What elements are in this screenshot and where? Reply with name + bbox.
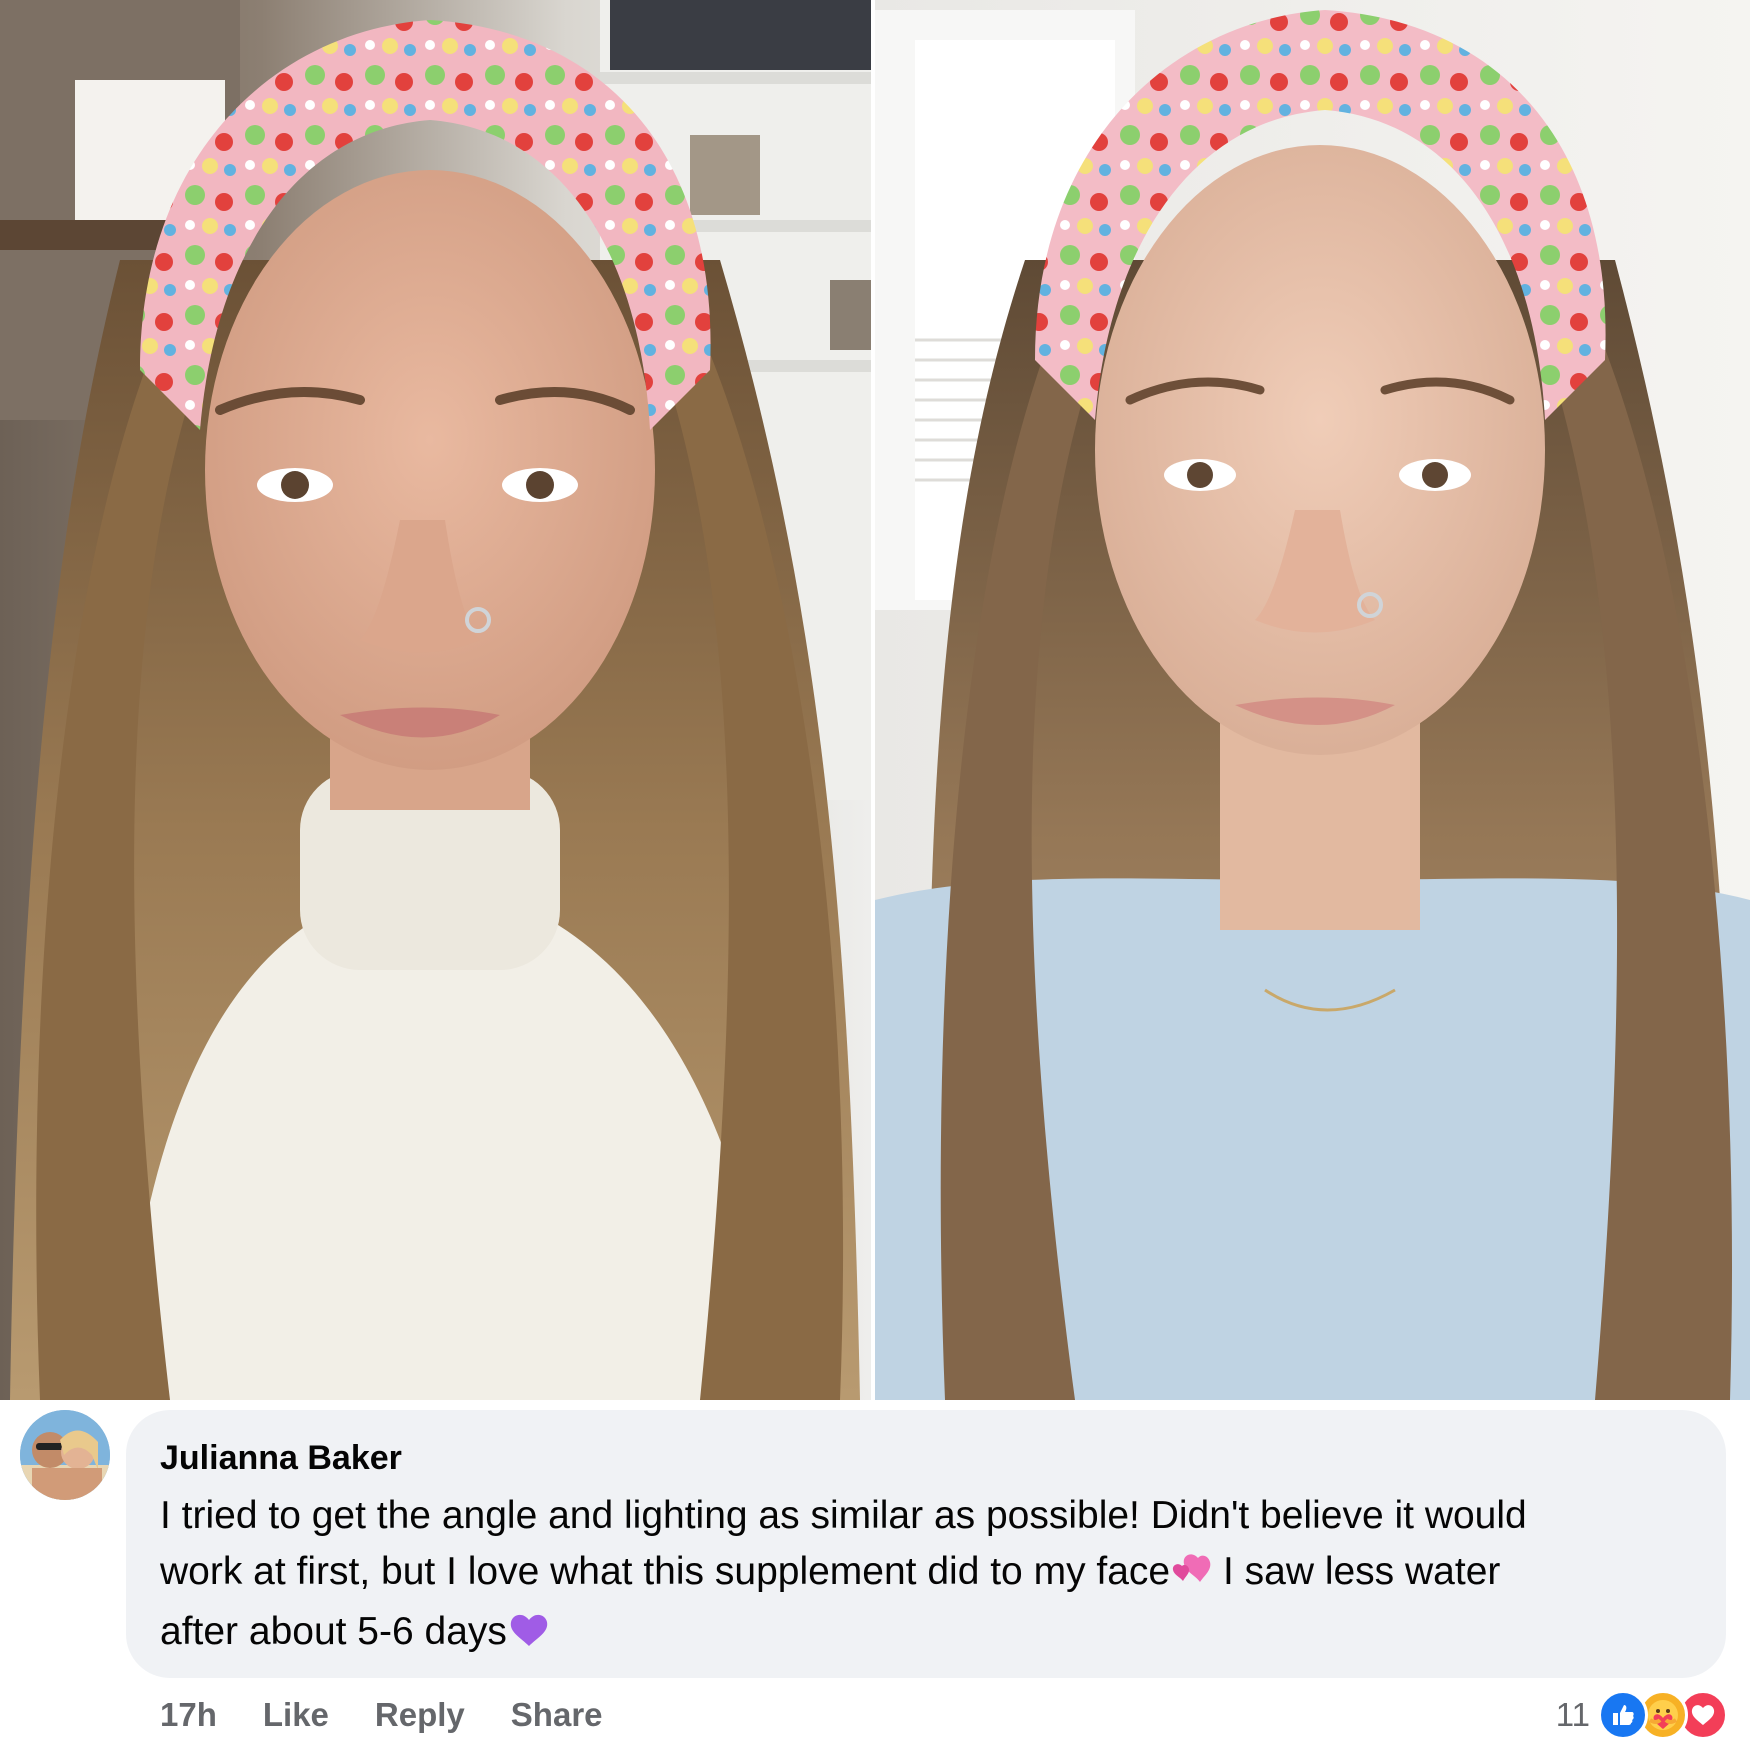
like-button[interactable]: Like: [263, 1690, 329, 1740]
photo-collage: [0, 0, 1750, 1400]
comment-text-line3: after about 5-6 days: [160, 1610, 507, 1653]
before-photo[interactable]: [0, 0, 871, 1400]
comment-text: I tried to get the angle and lighting as…: [160, 1488, 1692, 1664]
comment-text-line2a: work at first, but I love what this supp…: [160, 1550, 1171, 1593]
like-icon: [1598, 1690, 1648, 1740]
comment-actions: 17h Like Reply Share: [160, 1690, 603, 1740]
comment-text-line2b: I saw less water: [1212, 1550, 1501, 1593]
comment-timestamp[interactable]: 17h: [160, 1690, 217, 1740]
reply-button[interactable]: Reply: [375, 1690, 465, 1740]
share-button[interactable]: Share: [511, 1690, 603, 1740]
purple-heart-icon: [509, 1608, 549, 1664]
reactions-summary[interactable]: 11: [1556, 1688, 1728, 1742]
comment-text-line1: I tried to get the angle and lighting as…: [160, 1494, 1527, 1537]
reaction-count: 11: [1555, 1696, 1590, 1733]
comment-author[interactable]: Julianna Baker: [160, 1436, 1692, 1480]
after-photo[interactable]: [875, 0, 1750, 1400]
commenter-avatar[interactable]: [20, 1410, 110, 1500]
revolving-hearts-icon: [1172, 1548, 1212, 1604]
comment-bubble: Julianna Baker I tried to get the angle …: [126, 1410, 1726, 1678]
